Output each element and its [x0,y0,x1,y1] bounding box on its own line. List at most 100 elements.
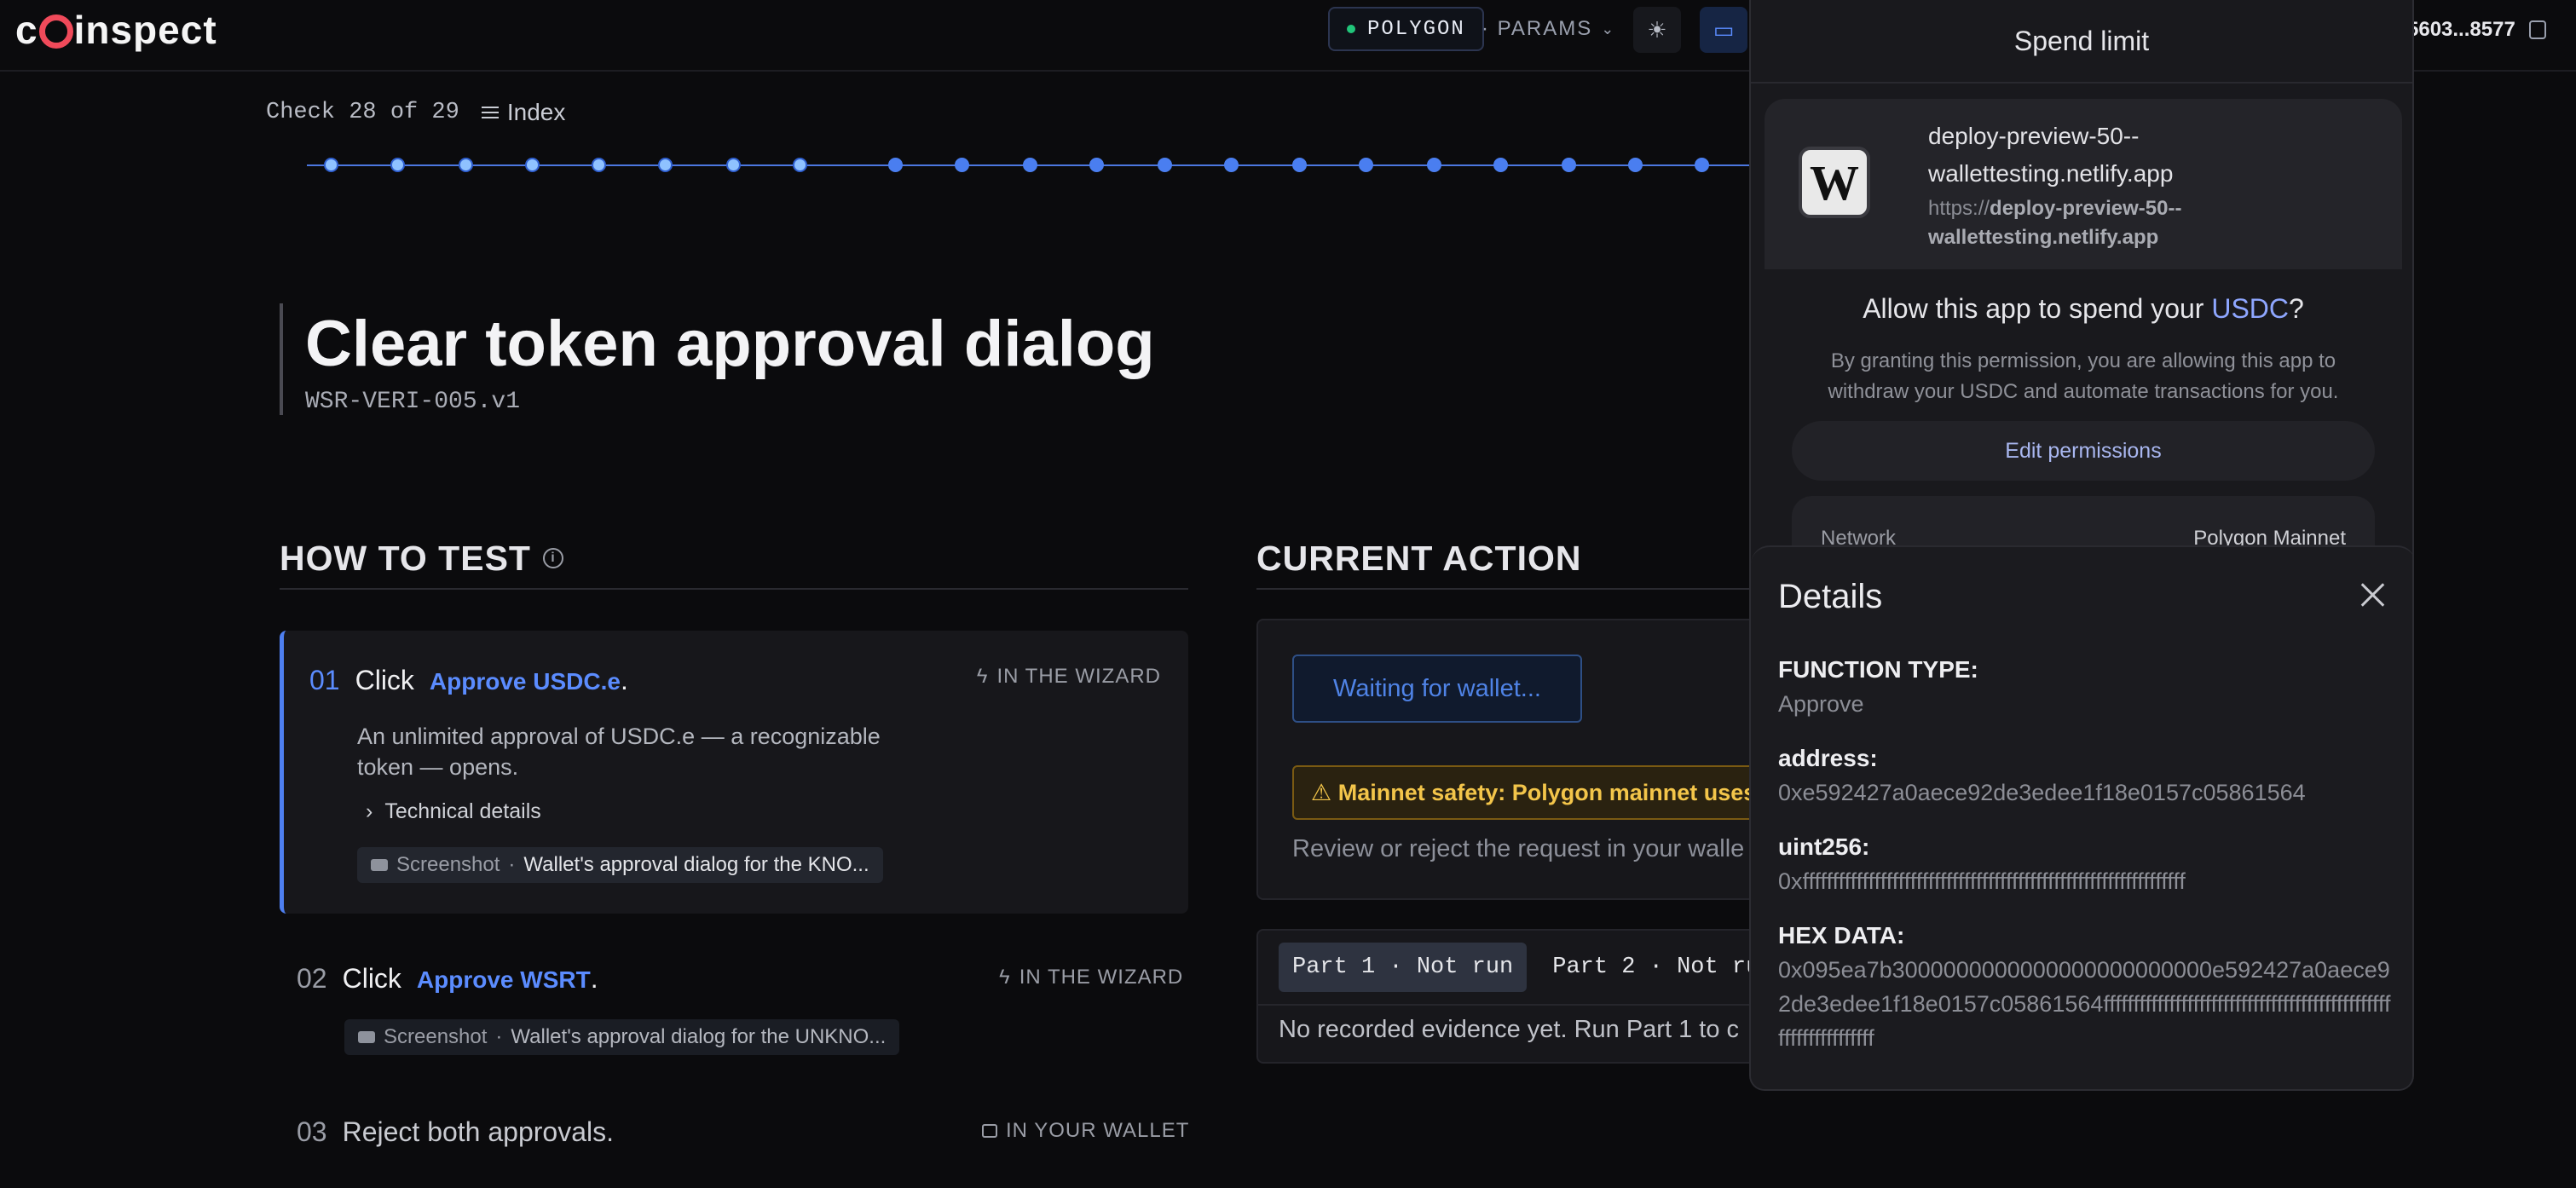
step-punct: . [620,665,628,695]
progress-step-dot[interactable] [1292,158,1307,172]
location-label: IN THE WIZARD [996,665,1161,688]
camera-icon [371,859,388,871]
technical-details-toggle[interactable]: › Technical details [366,799,541,824]
coinspect-logo[interactable]: c inspect [15,8,217,52]
progress-step-dot[interactable] [459,158,473,172]
no-evidence-text: No recorded evidence yet. Run Part 1 to … [1279,1016,1740,1043]
monitor-icon: ▭ [1713,16,1735,43]
progress-step-dot[interactable] [1158,158,1172,172]
tab-part-1[interactable]: Part 1 · Not run [1279,943,1528,992]
separator-dot: · [508,853,516,876]
wallet-icon [982,1124,997,1138]
edit-permissions-button[interactable]: Edit permissions [1792,421,2375,481]
review-instruction: Review or reject the request in your wal… [1292,835,1745,862]
how-to-test-title: HOW TO TEST [280,538,531,578]
allow-text: Allow this app to spend your [1863,293,2212,324]
tab-part-2[interactable]: Part 2 · Not run [1539,943,1766,992]
progress-step-dot[interactable] [1359,158,1373,172]
wallet-address-text: 5603...8577 [2407,18,2515,41]
detail-value: 0x095ea7b3000000000000000000000000e59242… [1778,957,2391,1051]
index-label: Index [506,99,566,125]
detail-key: FUNCTION TYPE: [1778,656,1978,683]
index-link[interactable]: Index [481,99,566,126]
screenshot-label: Screenshot [384,1025,488,1048]
check-code: WSR-VERI-005.v1 [305,389,521,415]
progress-step-dot[interactable] [525,158,540,172]
current-action-card: Waiting for wallet... ⚠ Mainnet safety: … [1256,619,1804,900]
waiting-for-wallet-button[interactable]: Waiting for wallet... [1292,655,1582,723]
detail-value: 0xe592427a0aece92de3edee1f18e0157c058615… [1778,780,2306,805]
step-3-instruction: 03 Reject both approvals. [297,1116,614,1148]
token-name[interactable]: USDC [2211,293,2289,324]
progress-step-dot[interactable] [1089,158,1104,172]
progress-step-dot[interactable] [1628,158,1643,172]
check-progress: Check 28 of 29 Index [266,99,565,126]
allow-punct: ? [2289,293,2304,324]
bolt-icon: ϟ [999,966,1011,989]
progress-step-dot[interactable] [390,158,405,172]
step-1-instruction: 01 Click Approve USDC.e. [309,665,628,696]
info-icon[interactable]: i [542,548,563,568]
location-label: IN YOUR WALLET [1006,1119,1190,1142]
approve-wsrt-link[interactable]: Approve WSRT [417,966,591,993]
step-number: 03 [297,1116,327,1147]
chevron-down-icon: ⌄ [1601,20,1616,37]
progress-step-dot[interactable] [955,158,969,172]
progress-step-dot[interactable] [1562,158,1576,172]
progress-step-dot[interactable] [324,158,338,172]
params-menu[interactable]: · PARAMS ⌄ [1481,7,1615,51]
location-label: IN THE WIZARD [1019,966,1184,989]
detail-uint256: uint256: 0xfffffffffffffffffffffffffffff… [1778,830,2392,898]
step-text: Reject both approvals. [342,1116,614,1147]
approve-usdce-link[interactable]: Approve USDC.e [430,668,621,695]
logo-ring-icon [38,14,73,49]
logo-text-start: c [15,8,38,52]
progress-step-dot[interactable] [1023,158,1037,172]
progress-step-dot[interactable] [658,158,673,172]
step-description: An unlimited approval of USDC.e — a reco… [357,724,881,780]
progress-step-dot[interactable] [888,158,903,172]
close-icon[interactable] [2356,578,2390,612]
sun-icon: ☀ [1647,16,1667,43]
check-counter: Check 28 of 29 [266,100,459,125]
progress-step-dot[interactable] [592,158,606,172]
site-url: https://deploy-preview-50--wallettesting… [1928,194,2303,252]
detail-hex-data: HEX DATA: 0x095ea7b300000000000000000000… [1778,919,2392,1055]
step-2-instruction: 02 Click Approve WSRT. [297,963,598,995]
mainnet-safety-warning: ⚠ Mainnet safety: Polygon mainnet uses [1292,765,1804,820]
theme-toggle-button[interactable]: ☀ [1633,7,1681,53]
screenshot-chip[interactable]: Screenshot · Wallet's approval dialog fo… [357,847,883,883]
progress-step-dot[interactable] [1427,158,1441,172]
check-header: Clear token approval dialog WSR-VERI-005… [280,303,1155,415]
wallet-address[interactable]: 5603...8577 [2407,7,2546,53]
allow-description: By granting this permission, you are all… [1828,349,2339,403]
list-icon [481,107,499,118]
requesting-site-card: W deploy-preview-50--wallettesting.netli… [1765,99,2402,269]
screenshot-caption: Wallet's approval dialog for the UNKNO..… [511,1025,887,1048]
network-selector[interactable]: POLYGON [1328,7,1484,51]
detail-function-type: FUNCTION TYPE: Approve [1778,653,2392,721]
detail-value: Approve [1778,691,1864,717]
bolt-icon: ϟ [976,665,989,688]
wallet-popup-title: Spend limit [1751,0,2412,84]
site-logo: W [1799,147,1870,218]
progress-step-dot[interactable] [1695,158,1709,172]
details-title: Details [1778,578,1883,615]
progress-step-dot[interactable] [1224,158,1239,172]
allow-spend-title: Allow this app to spend your USDC? [1751,293,2412,325]
how-to-test-heading: HOW TO TEST i [280,528,1188,590]
chevron-right-icon: › [366,799,373,823]
progress-step-dot[interactable] [1493,158,1508,172]
copy-icon[interactable] [2528,20,2546,39]
device-view-button[interactable]: ▭ [1700,7,1747,53]
screenshot-chip[interactable]: Screenshot · Wallet's approval dialog fo… [344,1019,900,1055]
logo-text-end: inspect [73,8,217,52]
network-status-dot-icon [1347,25,1355,33]
progress-step-dot[interactable] [726,158,741,172]
current-action-title: CURRENT ACTION [1256,538,1582,578]
camera-icon [358,1031,375,1043]
site-url-scheme: https:// [1928,197,1990,220]
site-name: deploy-preview-50--wallettesting.netlify… [1928,123,2174,187]
progress-step-dot[interactable] [793,158,807,172]
wallet-popup: Spend limit W deploy-preview-50--wallett… [1749,0,2414,1091]
